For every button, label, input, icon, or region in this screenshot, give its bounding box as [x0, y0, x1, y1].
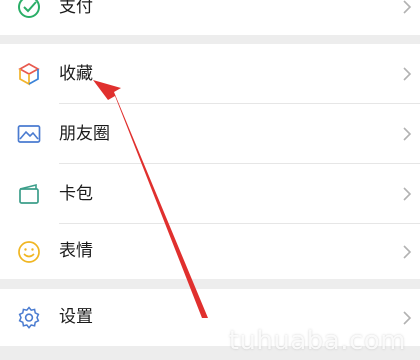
menu-item-pay[interactable]: 支付: [0, 0, 420, 35]
chevron-right-icon: [402, 66, 412, 82]
picture-icon: [16, 121, 42, 147]
menu-item-cards-label: 卡包: [59, 184, 93, 204]
menu-item-moments[interactable]: 朋友圈: [0, 104, 420, 164]
me-page-menu: 支付 收藏 朋友圈 卡包 表情 设置 tuhuaba.com: [0, 0, 420, 360]
menu-item-favorites-label: 收藏: [59, 64, 93, 84]
menu-item-settings-label: 设置: [59, 307, 93, 327]
cube-icon: [16, 61, 42, 87]
chevron-right-icon: [402, 126, 412, 142]
features-group: 收藏 朋友圈 卡包 表情: [0, 44, 420, 279]
watermark-text: tuhuaba.com: [228, 326, 406, 356]
gear-icon: [16, 305, 42, 331]
menu-item-stickers-label: 表情: [59, 241, 93, 261]
card-wallet-icon: [16, 181, 42, 207]
menu-item-cards[interactable]: 卡包: [0, 164, 420, 224]
chevron-right-icon: [402, 244, 412, 260]
menu-item-moments-label: 朋友圈: [59, 124, 110, 144]
chevron-right-icon: [402, 0, 412, 15]
menu-item-favorites[interactable]: 收藏: [0, 44, 420, 104]
menu-item-stickers[interactable]: 表情: [0, 224, 420, 279]
smiley-icon: [16, 239, 42, 265]
chevron-right-icon: [402, 186, 412, 202]
pay-group: 支付: [0, 0, 420, 35]
menu-item-pay-label: 支付: [59, 0, 93, 17]
chevron-right-icon: [402, 310, 412, 326]
pay-check-icon: [16, 0, 42, 20]
